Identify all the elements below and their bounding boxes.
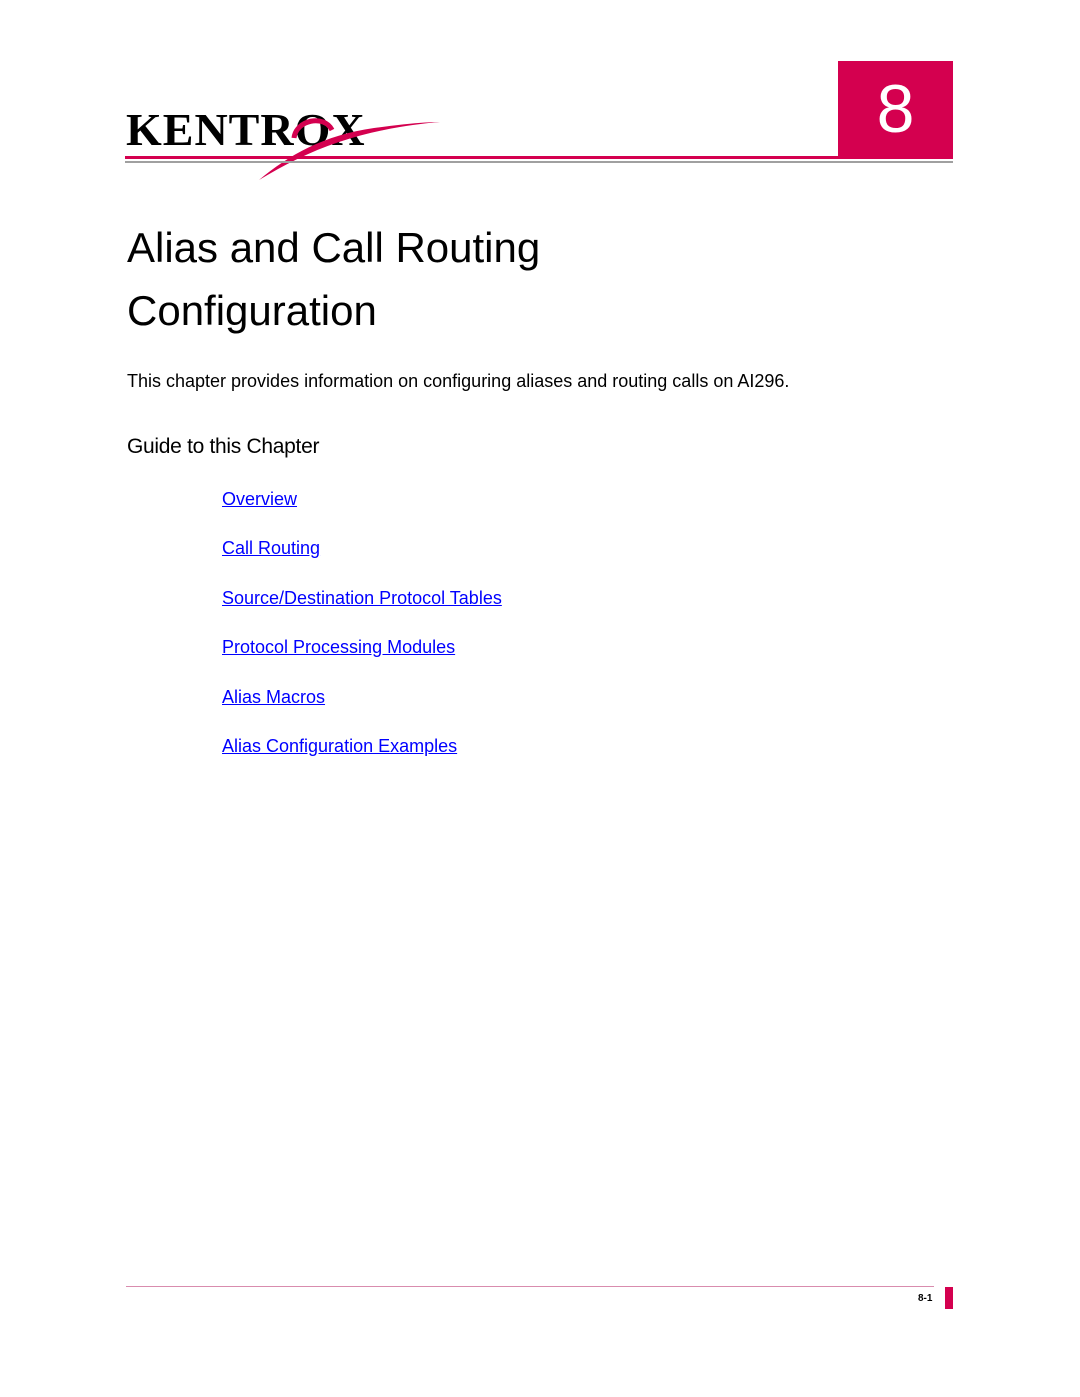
toc-item: Call Routing (222, 538, 502, 587)
toc-link-processing-modules[interactable]: Protocol Processing Modules (222, 637, 455, 657)
chapter-intro: This chapter provides information on con… (127, 371, 790, 391)
chapter-title: Alias and Call Routing Configuration (127, 216, 540, 342)
chapter-toc: Overview Call Routing Source/Destination… (222, 489, 502, 785)
chapter-title-line2: Configuration (127, 287, 377, 334)
page-number: 8-1 (918, 1293, 933, 1304)
guide-heading: Guide to this Chapter (127, 435, 320, 458)
toc-link-config-examples[interactable]: Alias Configuration Examples (222, 736, 457, 756)
toc-link-protocol-tables[interactable]: Source/Destination Protocol Tables (222, 588, 502, 608)
toc-link-overview[interactable]: Overview (222, 489, 297, 509)
toc-item: Overview (222, 489, 502, 538)
toc-link-call-routing[interactable]: Call Routing (222, 538, 320, 558)
toc-item: Source/Destination Protocol Tables (222, 588, 502, 637)
toc-item: Alias Macros (222, 687, 502, 736)
toc-link-alias-macros[interactable]: Alias Macros (222, 687, 325, 707)
chapter-number-badge: 8 (838, 61, 953, 157)
footer-rule (126, 1286, 934, 1287)
chapter-title-line1: Alias and Call Routing (127, 224, 541, 271)
toc-item: Alias Configuration Examples (222, 736, 502, 785)
footer-tab-marker (945, 1287, 953, 1309)
header-rule (125, 156, 953, 159)
header-rule-shadow (125, 161, 953, 163)
toc-item: Protocol Processing Modules (222, 637, 502, 686)
logo-swoosh-icon (259, 118, 440, 180)
kentrox-logo: KENTROX (124, 100, 454, 185)
